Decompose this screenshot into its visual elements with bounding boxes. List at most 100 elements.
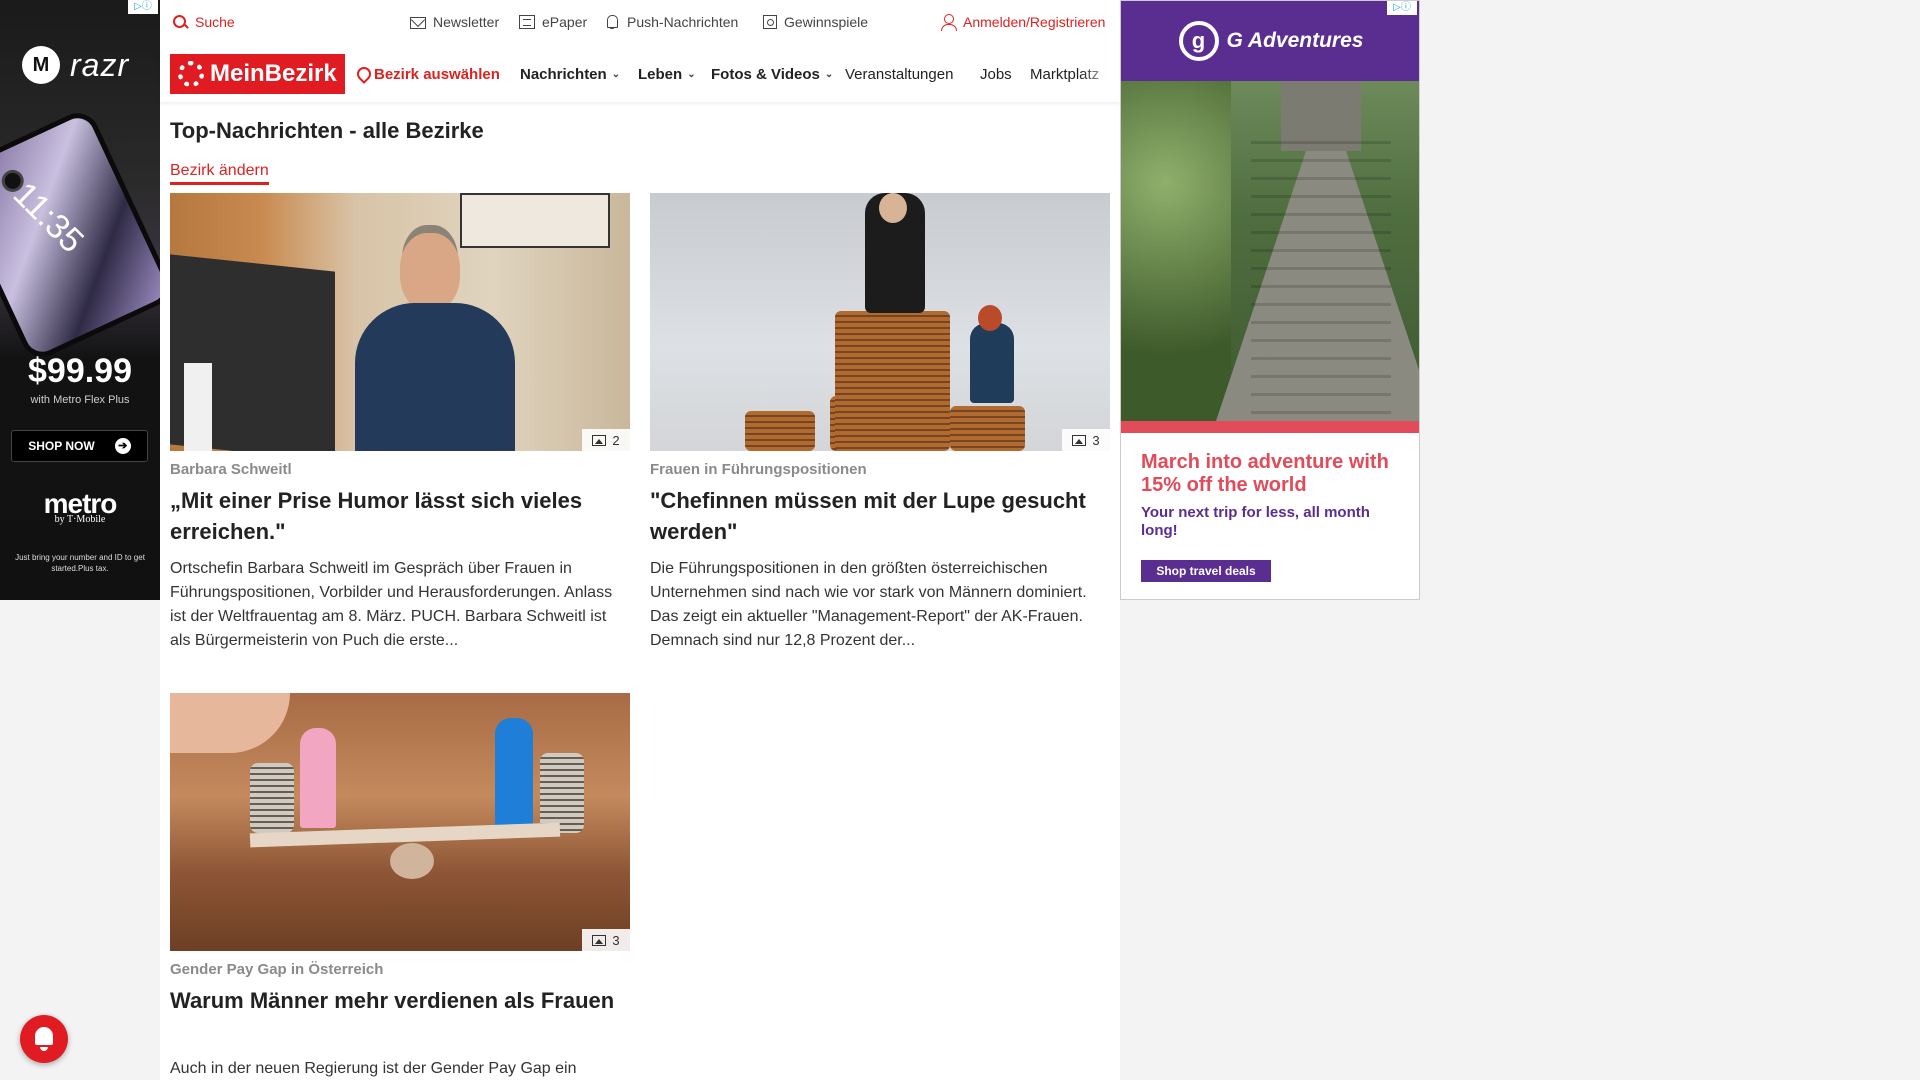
- nav-overflow-fade: [1080, 46, 1120, 102]
- coin-stack: [250, 763, 294, 833]
- section-title: Top-Nachrichten - alle Bezirke: [170, 118, 484, 143]
- photo-count: 3: [612, 932, 620, 948]
- location-pin-icon: [357, 67, 369, 83]
- ad-price-subtext: with Metro Flex Plus: [30, 394, 130, 406]
- logo-mark-icon: [178, 61, 204, 87]
- coin-stack: [745, 411, 815, 451]
- meinbezirk-logo[interactable]: MeinBezirk: [170, 54, 345, 94]
- gallery-icon: [592, 934, 607, 946]
- photo-count-badge: 3: [1062, 429, 1110, 451]
- adchoices-icon[interactable]: ▷ⓘ: [1387, 1, 1417, 15]
- chevron-down-icon: ⌄: [611, 69, 621, 80]
- article-kicker: Barbara Schweitl: [170, 461, 292, 478]
- foliage-shape: [1121, 81, 1231, 421]
- hand-shape: [170, 693, 290, 753]
- chevron-down-icon: ⌄: [824, 69, 834, 80]
- phone-clock: 11:35: [5, 175, 91, 261]
- nav-item-label: Fotos & Videos: [711, 66, 820, 83]
- nav-item-label: Jobs: [980, 66, 1012, 83]
- male-figure: [495, 718, 533, 828]
- push-label: Push-Nachrichten: [627, 14, 739, 30]
- motorola-logo-icon: M: [22, 46, 60, 84]
- accent-strip: [1121, 421, 1419, 433]
- photo-count-badge: 2: [582, 429, 630, 451]
- article-card[interactable]: 3 Frauen in Führungspositionen "Chefinne…: [650, 193, 1110, 663]
- right-rectangle-ad[interactable]: g G Adventures ▷ⓘ March into adventure w…: [1120, 0, 1420, 600]
- main-navigation: MeinBezirk Bezirk auswählen Nachrichten …: [160, 46, 1120, 102]
- article-image[interactable]: 3: [650, 193, 1110, 451]
- photo-count-badge: 3: [582, 929, 630, 951]
- person-body: [355, 303, 515, 451]
- nav-item-nachrichten[interactable]: Nachrichten ⌄: [520, 66, 620, 83]
- chevron-down-icon: ⌄: [687, 69, 696, 80]
- nav-item-label: Nachrichten: [520, 66, 607, 83]
- mail-icon: [410, 17, 426, 29]
- coin-stack: [540, 753, 584, 833]
- main-content: Suche Newsletter ePaper Push-Nachrichten…: [160, 0, 1120, 1080]
- newsletter-link[interactable]: Newsletter: [410, 14, 499, 30]
- search-icon: [172, 14, 188, 30]
- photo-count: 2: [612, 432, 620, 448]
- ad-headline: March into adventure with 15% off the wo…: [1141, 451, 1389, 496]
- businesswoman-figure: [970, 323, 1014, 403]
- login-label: Anmelden/Registrieren: [963, 14, 1106, 30]
- notification-bell-button[interactable]: [20, 1015, 68, 1063]
- user-icon: [940, 14, 957, 31]
- razr-brand-text: razr: [70, 46, 130, 83]
- left-skyscraper-ad[interactable]: ▷ⓘ M razr 11:35 $99.99 with Metro Flex P…: [0, 0, 160, 600]
- nav-item-veranstaltungen[interactable]: Veranstaltungen: [845, 66, 953, 83]
- search-label: Suche: [195, 14, 235, 30]
- article-card[interactable]: 3 Gender Pay Gap in Österreich Warum Män…: [170, 693, 630, 1080]
- nav-item-leben[interactable]: Leben ⌄: [638, 66, 696, 83]
- ad-subtitle: Your next trip for less, all month long!: [1141, 504, 1370, 539]
- coin-stack: [835, 311, 950, 451]
- bell-icon: [604, 14, 620, 30]
- phone-image: 11:35: [0, 106, 160, 364]
- article-image[interactable]: 2: [170, 193, 630, 451]
- g-adventures-brand: G Adventures: [1226, 29, 1364, 52]
- article-teaser: Die Führungspositionen in den größten ös…: [650, 560, 1087, 649]
- newsletter-label: Newsletter: [433, 14, 500, 30]
- gift-icon: [763, 15, 777, 29]
- article-headline[interactable]: „Mit einer Prise Humor lässt sich vieles…: [170, 485, 630, 547]
- login-link[interactable]: Anmelden/Registrieren: [940, 14, 1106, 31]
- businessman-head: [879, 193, 907, 223]
- article-headline[interactable]: "Chefinnen müssen mit der Lupe gesucht w…: [650, 485, 1110, 547]
- coin-stack: [950, 406, 1025, 451]
- nav-item-label: Leben: [638, 66, 683, 83]
- logo-text: MeinBezirk: [210, 60, 337, 87]
- person-shape: [355, 233, 515, 451]
- article-teaser: Auch in der neuen Regierung ist der Gend…: [170, 1060, 577, 1077]
- shop-travel-deals-button[interactable]: Shop travel deals: [1141, 560, 1271, 582]
- person-head: [400, 233, 460, 311]
- article-image[interactable]: 3: [170, 693, 630, 951]
- search-link[interactable]: Suche: [172, 14, 235, 30]
- article-headline[interactable]: Warum Männer mehr verdienen als Frauen: [170, 985, 630, 1016]
- temple-steps: [1251, 141, 1391, 421]
- gewinnspiele-link[interactable]: Gewinnspiele: [763, 14, 868, 30]
- page: ▷ⓘ M razr 11:35 $99.99 with Metro Flex P…: [0, 0, 1920, 1080]
- female-figure: [300, 728, 336, 828]
- bezirk-select[interactable]: Bezirk auswählen: [357, 66, 500, 83]
- newspaper-icon: [519, 15, 535, 29]
- nav-item-fotos-videos[interactable]: Fotos & Videos ⌄: [711, 66, 833, 83]
- article-teaser: Ortschefin Barbara Schweitl im Gespräch …: [170, 560, 613, 649]
- nav-item-jobs[interactable]: Jobs: [980, 66, 1012, 83]
- push-notifications-link[interactable]: Push-Nachrichten: [604, 14, 738, 30]
- shop-now-button[interactable]: SHOP NOW ➔: [11, 430, 148, 462]
- article-card[interactable]: 2 Barbara Schweitl „Mit einer Prise Humo…: [170, 193, 630, 663]
- temple-image: [1121, 81, 1419, 421]
- gewinnspiele-label: Gewinnspiele: [784, 14, 869, 30]
- photo-count: 3: [1092, 432, 1100, 448]
- bezirk-aendern-link[interactable]: Bezirk ändern: [170, 162, 269, 185]
- monitor-edge-shape: [184, 363, 212, 451]
- shop-now-label: SHOP NOW: [28, 439, 95, 453]
- metro-logo-subtext: by T·Mobile: [54, 514, 106, 525]
- businesswoman-head: [978, 305, 1002, 331]
- adchoices-icon[interactable]: ▷ⓘ: [128, 0, 158, 14]
- epaper-link[interactable]: ePaper: [519, 14, 587, 30]
- ad-fine-print: Just bring your number and ID to get sta…: [15, 553, 145, 573]
- nav-item-label: Veranstaltungen: [845, 66, 954, 83]
- razr-logo: M razr: [22, 46, 129, 84]
- epaper-label: ePaper: [542, 14, 588, 30]
